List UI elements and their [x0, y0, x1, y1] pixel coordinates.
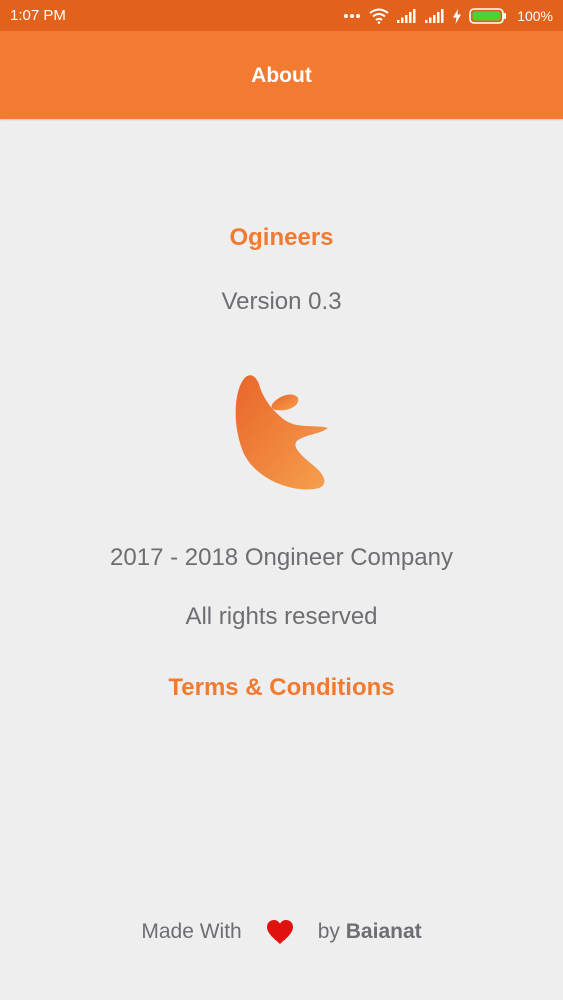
battery-icon: [469, 8, 507, 24]
status-time: 1:07 PM: [10, 7, 66, 24]
heart-icon: [266, 920, 293, 944]
wifi-icon: [369, 8, 389, 24]
terms-link[interactable]: Terms & Conditions: [0, 674, 563, 702]
by-text: by Baianat: [318, 920, 422, 944]
signal-icon: [425, 9, 444, 23]
app-bar: About: [0, 31, 563, 119]
copyright-text: 2017 - 2018 Ongineer Company: [110, 544, 453, 571]
status-icons: 100%: [343, 5, 553, 27]
footer: Made With by Baianat: [0, 914, 563, 950]
page-title: About: [251, 64, 312, 87]
status-bar: 1:07 PM 100%: [0, 0, 563, 31]
battery-percent: 100%: [517, 8, 553, 24]
rights-text: All rights reserved: [185, 603, 378, 630]
more-dots-icon: [344, 14, 361, 18]
company-name: Ogineers: [229, 224, 334, 251]
made-with-text: Made With: [141, 920, 242, 943]
ogineers-logo-icon: [235, 375, 328, 490]
version-label: Version 0.3: [221, 288, 342, 315]
by-word: by: [317, 920, 340, 943]
signal-icon: [397, 9, 416, 23]
brand-name[interactable]: Baianat: [346, 920, 422, 943]
charging-icon: [453, 8, 462, 24]
